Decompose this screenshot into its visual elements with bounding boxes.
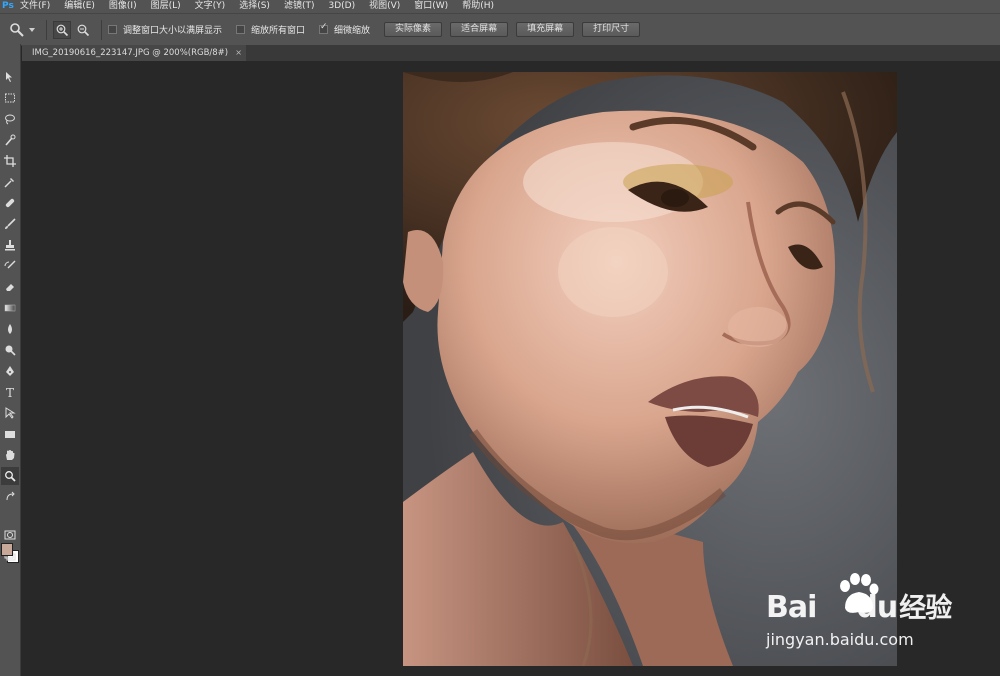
- scrubby-zoom-checkbox[interactable]: 细微缩放: [319, 22, 371, 36]
- resize-windows-checkbox[interactable]: 调整窗口大小以满屏显示: [108, 23, 222, 36]
- zoom-in-icon: [56, 24, 69, 36]
- menu-3d[interactable]: 3D(D): [328, 0, 355, 13]
- zoom-tool-preset-icon[interactable]: [8, 21, 26, 39]
- menu-type[interactable]: 文字(Y): [195, 0, 226, 13]
- healing-brush-tool-icon[interactable]: [1, 194, 19, 212]
- menu-help[interactable]: 帮助(H): [462, 0, 494, 13]
- divider: [46, 19, 47, 40]
- fit-screen-button[interactable]: 适合屏幕: [450, 22, 509, 37]
- zoom-all-windows-checkbox[interactable]: 缩放所有窗口: [236, 23, 305, 36]
- menu-window[interactable]: 窗口(W): [414, 0, 448, 13]
- marquee-tool-icon[interactable]: [1, 89, 19, 107]
- pen-tool-icon[interactable]: [1, 362, 19, 380]
- menu-image[interactable]: 图像(I): [109, 0, 137, 13]
- clone-stamp-tool-icon[interactable]: [1, 236, 19, 254]
- menu-select[interactable]: 选择(S): [239, 0, 270, 13]
- checkbox-box[interactable]: [319, 22, 329, 34]
- document-tab-bar: IMG_20190616_223147.JPG @ 200%(RGB/8#) ×: [22, 45, 1000, 61]
- tools-panel: T: [0, 44, 21, 676]
- dodge-tool-icon[interactable]: [1, 341, 19, 359]
- eyedropper-tool-icon[interactable]: [1, 173, 19, 191]
- baidu-jingyan-watermark: Bai du经验 jingyan.baidu.com: [762, 568, 962, 658]
- document-tab[interactable]: IMG_20190616_223147.JPG @ 200%(RGB/8#) ×: [22, 45, 246, 61]
- brush-tool-icon[interactable]: [1, 215, 19, 233]
- logo-text-right: du: [856, 590, 898, 625]
- checkbox-label: 调整窗口大小以满屏显示: [123, 26, 223, 36]
- menu-edit[interactable]: 编辑(E): [64, 0, 95, 13]
- divider: [101, 19, 102, 40]
- history-brush-tool-icon[interactable]: [1, 257, 19, 275]
- swap-colors-icon[interactable]: [1, 488, 19, 506]
- actual-pixels-button[interactable]: 实际像素: [384, 22, 443, 37]
- baidu-logo-text: Bai du经验: [766, 586, 952, 625]
- print-size-button[interactable]: 打印尺寸: [582, 22, 641, 37]
- watermark-url: jingyan.baidu.com: [766, 630, 914, 649]
- move-tool-icon[interactable]: [1, 68, 19, 86]
- svg-text:T: T: [6, 386, 14, 398]
- menu-file[interactable]: 文件(F): [20, 0, 50, 13]
- logo-text-left: Bai: [766, 590, 817, 625]
- checkbox-label: 细微缩放: [334, 26, 371, 36]
- type-tool-icon[interactable]: T: [1, 383, 19, 401]
- lasso-tool-icon[interactable]: [1, 110, 19, 128]
- menu-bar: Ps 文件(F) 编辑(E) 图像(I) 图层(L) 文字(Y) 选择(S) 滤…: [0, 0, 1000, 13]
- logo-text-suffix: 经验: [899, 593, 952, 624]
- quick-select-tool-icon[interactable]: [1, 131, 19, 149]
- chevron-down-icon[interactable]: [29, 27, 35, 32]
- checkbox-box[interactable]: [236, 25, 246, 34]
- zoom-out-icon: [77, 24, 90, 36]
- close-icon[interactable]: ×: [235, 45, 242, 61]
- document-tab-title: IMG_20190616_223147.JPG @ 200%(RGB/8#): [32, 48, 229, 58]
- menu-filter[interactable]: 滤镜(T): [284, 0, 315, 13]
- rectangle-tool-icon[interactable]: [1, 425, 19, 443]
- checkbox-box[interactable]: [108, 25, 117, 34]
- app-logo: Ps: [2, 1, 14, 11]
- checkbox-label: 缩放所有窗口: [251, 26, 306, 36]
- gradient-tool-icon[interactable]: [1, 299, 19, 317]
- zoom-tool-icon[interactable]: [1, 467, 19, 485]
- eraser-tool-icon[interactable]: [1, 278, 19, 296]
- options-bar: 调整窗口大小以满屏显示 缩放所有窗口 细微缩放 实际像素 适合屏幕 填充屏幕 打…: [0, 13, 1000, 46]
- zoom-in-button[interactable]: [53, 20, 71, 39]
- hand-tool-icon[interactable]: [1, 446, 19, 464]
- fill-screen-button[interactable]: 填充屏幕: [516, 22, 575, 37]
- menu-view[interactable]: 视图(V): [369, 0, 400, 13]
- menu-layer[interactable]: 图层(L): [151, 0, 181, 13]
- path-select-tool-icon[interactable]: [1, 404, 19, 422]
- quick-mask-icon[interactable]: [1, 526, 19, 544]
- foreground-color-swatch[interactable]: [1, 543, 13, 556]
- blur-tool-icon[interactable]: [1, 320, 19, 338]
- crop-tool-icon[interactable]: [1, 152, 19, 170]
- zoom-out-button[interactable]: [74, 21, 92, 39]
